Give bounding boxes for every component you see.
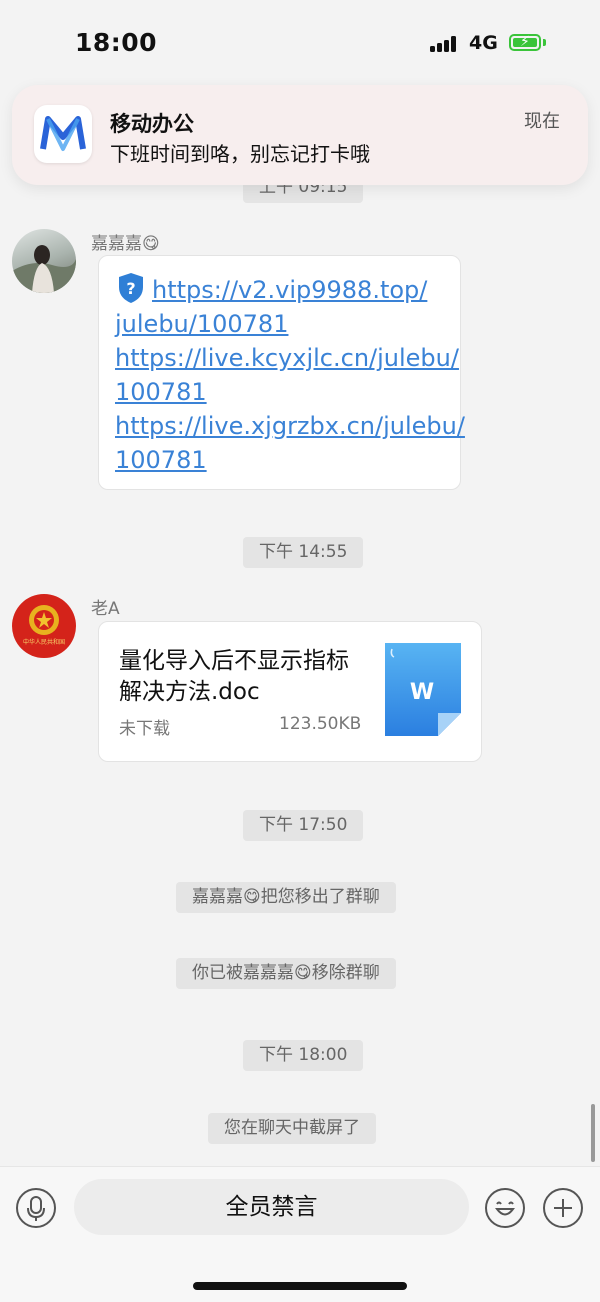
clock: 18:00	[75, 28, 158, 57]
file-size: 123.50KB	[279, 714, 362, 734]
plus-icon	[554, 1199, 572, 1217]
message-input-muted[interactable]: 全员禁言	[74, 1179, 469, 1235]
sender-name: 嘉嘉嘉😋	[91, 234, 160, 254]
home-indicator[interactable]	[193, 1282, 407, 1290]
notification-time: 现在	[524, 111, 560, 132]
file-message-bubble[interactable]: 量化导入后不显示指标解决方法.doc 未下载 123.50KB W	[98, 621, 482, 762]
url-link[interactable]: https://live.kcyxjlc.cn/julebu/	[115, 341, 459, 375]
timestamp-divider: 下午 14:55	[243, 537, 364, 568]
microphone-icon	[27, 1196, 45, 1221]
network-type: 4G	[469, 32, 498, 54]
avatar[interactable]	[12, 229, 76, 293]
avatar[interactable]: 中华人民共和国	[12, 594, 76, 658]
emoji-icon	[495, 1201, 515, 1216]
emoji-button[interactable]	[485, 1188, 525, 1228]
url-link[interactable]: julebu/100781	[115, 307, 455, 341]
sender-name: 老A	[91, 599, 120, 619]
system-message: 嘉嘉嘉😋把您移出了群聊	[176, 882, 396, 913]
voice-button[interactable]	[16, 1188, 56, 1228]
timestamp-divider: 下午 17:50	[243, 810, 364, 841]
mobile-office-app-icon	[34, 105, 92, 163]
svg-text:W: W	[410, 680, 434, 705]
url-link[interactable]: 100781	[115, 375, 455, 409]
file-name: 量化导入后不显示指标解决方法.doc	[119, 648, 349, 705]
battery-charging-icon: ⚡	[509, 34, 541, 51]
system-message: 你已被嘉嘉嘉😋移除群聊	[176, 958, 396, 989]
word-document-icon: W	[385, 643, 461, 736]
svg-text:中华人民共和国: 中华人民共和国	[23, 638, 65, 646]
system-message: 您在聊天中截屏了	[208, 1113, 376, 1144]
cellular-signal-icon	[430, 36, 462, 52]
status-bar: 18:00 4G ⚡	[0, 0, 600, 88]
push-notification[interactable]: 移动办公 下班时间到咯，别忘记打卡哦 现在	[12, 85, 588, 185]
url-link[interactable]: 100781	[115, 443, 455, 477]
url-link[interactable]: https://live.xjgrzbx.cn/julebu/	[115, 409, 465, 443]
url-link[interactable]: https://v2.vip9988.top/	[115, 273, 455, 307]
notification-app-name: 移动办公	[110, 112, 194, 136]
timestamp-divider: 下午 18:00	[243, 1040, 364, 1071]
more-button[interactable]	[543, 1188, 583, 1228]
download-status: 未下载	[119, 719, 170, 739]
scrollbar[interactable]	[591, 1104, 595, 1162]
message-bubble[interactable]: ? https://v2.vip9988.top/ julebu/100781 …	[98, 255, 465, 490]
notification-message: 下班时间到咯，别忘记打卡哦	[110, 142, 370, 166]
input-bar: 全员禁言	[0, 1166, 600, 1302]
